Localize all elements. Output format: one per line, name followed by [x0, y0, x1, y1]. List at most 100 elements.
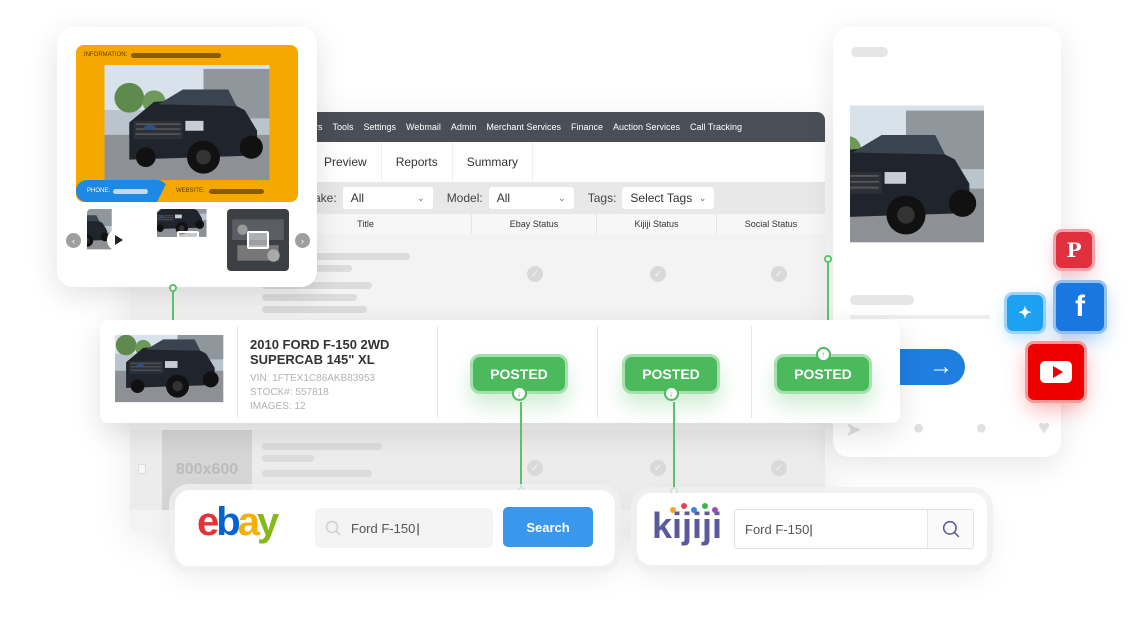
kijiji-search-button[interactable]: [927, 510, 973, 548]
connector-line: [673, 402, 675, 490]
ebay-logo-y: y: [256, 500, 279, 544]
nav-item-tools[interactable]: Tools: [333, 122, 354, 132]
ebay-search-button[interactable]: Search: [503, 507, 593, 547]
tags-label: Tags:: [587, 191, 617, 205]
arrow-down-icon: ↓: [663, 386, 679, 401]
filter-bar: ake: All ⌄ Model: All ⌄ Tags: Select Tag…: [310, 182, 825, 214]
connector-node: [169, 284, 177, 292]
contact-bar: PHONE: WEBSITE:: [76, 180, 298, 202]
ebay-status-badge[interactable]: POSTED ↓: [470, 354, 568, 401]
table-header: Title Ebay Status Kijiji Status Social S…: [260, 214, 825, 234]
connector-node: [824, 255, 832, 263]
information-bar: INFORMATION:: [76, 45, 298, 65]
column-social-status[interactable]: Social Status: [717, 214, 825, 234]
nav-item-webmail[interactable]: Webmail: [406, 122, 441, 132]
thumbnail-image[interactable]: [227, 209, 289, 271]
information-placeholder: [131, 52, 222, 58]
website-segment: WEBSITE:: [176, 180, 264, 202]
image-icon: [247, 231, 269, 249]
tab-preview[interactable]: Preview: [310, 142, 382, 182]
ebay-logo-a: a: [237, 500, 260, 544]
nav-item-finance[interactable]: Finance: [571, 122, 603, 132]
column-kijiji-status[interactable]: Kijiji Status: [597, 214, 717, 234]
check-icon: ✓: [527, 460, 543, 476]
nav-item-call-tracking[interactable]: Call Tracking: [690, 122, 742, 132]
model-label: Model:: [446, 191, 483, 205]
check-icon: ✓: [650, 266, 666, 282]
facebook-icon[interactable]: f: [1056, 283, 1104, 331]
pinterest-icon[interactable]: P: [1056, 232, 1092, 268]
listing-vin: VIN: 1FTEX1C86AKB83953: [250, 373, 376, 384]
chevron-down-icon: ⌄: [698, 192, 707, 203]
kijiji-dot: [681, 503, 687, 509]
row-checkbox[interactable]: [138, 464, 146, 474]
website-placeholder: [208, 188, 264, 194]
make-select-value: All: [350, 191, 365, 205]
tags-select[interactable]: Select Tags ⌄: [622, 187, 715, 209]
vehicle-photo: [850, 69, 1043, 279]
play-icon: [107, 229, 129, 251]
column-divider: [597, 326, 598, 418]
chevron-down-icon: ⌄: [558, 192, 566, 203]
ebay-search-input[interactable]: Ford F-150 |: [315, 508, 493, 548]
make-select[interactable]: All ⌄: [342, 187, 433, 209]
chevron-down-icon: ⌄: [417, 192, 425, 203]
listing-images-count: IMAGES: 12: [250, 401, 306, 412]
kijiji-search-input[interactable]: Ford F-150|: [734, 509, 974, 549]
model-select[interactable]: All ⌄: [488, 187, 574, 209]
vehicle-gallery-card: INFORMATION: PHONE: WEBSITE: ‹ ›: [57, 27, 317, 287]
arrow-down-icon: ↓: [511, 386, 527, 401]
social-status-badge[interactable]: POSTED ↑: [774, 347, 872, 394]
comment-icon[interactable]: ●: [912, 417, 924, 442]
nav-item-settings[interactable]: Settings: [364, 122, 397, 132]
ebay-status-text: POSTED: [490, 366, 548, 382]
youtube-icon[interactable]: [1028, 344, 1084, 400]
make-label: ake:: [314, 191, 337, 205]
website-label: WEBSITE:: [176, 188, 205, 194]
listing-row[interactable]: 2010 FORD F-150 2WD SUPERCAB 145" XL VIN…: [100, 320, 900, 423]
column-divider: [437, 326, 438, 418]
social-status-text: POSTED: [794, 366, 852, 382]
nav-item-admin[interactable]: Admin: [451, 122, 477, 132]
nav-item-merchant-services[interactable]: Merchant Services: [486, 122, 561, 132]
kijiji-logo: kijiji: [652, 503, 722, 547]
ebay-search-value: Ford F-150: [351, 520, 416, 536]
listing-stock: STOCK#: 557818: [250, 387, 329, 398]
arrow-up-icon: ↑: [815, 347, 831, 362]
kijiji-status-badge[interactable]: POSTED ↓: [622, 354, 720, 401]
chevron-left-icon[interactable]: ‹: [66, 233, 81, 248]
heart-icon[interactable]: ♥: [1038, 417, 1050, 442]
vehicle-hero: INFORMATION: PHONE: WEBSITE:: [76, 45, 298, 202]
kijiji-status-text: POSTED: [642, 366, 700, 382]
thumbnail-video[interactable]: [87, 209, 149, 271]
chevron-right-icon[interactable]: ›: [295, 233, 310, 248]
tags-select-value: Select Tags: [630, 191, 693, 205]
ebay-search-card: ebay Ford F-150 | Search: [175, 490, 615, 566]
information-label: INFORMATION:: [84, 52, 128, 58]
kijiji-dot: [691, 507, 697, 513]
kijiji-dot: [702, 503, 708, 509]
ebay-logo: ebay: [197, 500, 279, 545]
check-icon: ✓: [771, 460, 787, 476]
tab-reports[interactable]: Reports: [382, 142, 453, 182]
thumbnail-image[interactable]: [157, 209, 219, 271]
tab-bar: Preview Reports Summary: [310, 142, 825, 182]
kijiji-dot: [670, 507, 676, 513]
search-icon: [942, 520, 959, 538]
placeholder-line: [850, 315, 990, 319]
listing-title[interactable]: 2010 FORD F-150 2WD SUPERCAB 145" XL: [250, 337, 430, 367]
nav-item-auction-services[interactable]: Auction Services: [613, 122, 680, 132]
placeholder-bar: [850, 295, 914, 305]
model-select-value: All: [496, 191, 511, 205]
check-icon: ✓: [527, 266, 543, 282]
twitter-icon[interactable]: ✦: [1007, 295, 1043, 331]
check-icon: ✓: [650, 460, 666, 476]
ebay-logo-b: b: [216, 500, 241, 544]
vehicle-photo: [76, 65, 298, 180]
column-ebay-status[interactable]: Ebay Status: [472, 214, 597, 234]
tab-summary[interactable]: Summary: [453, 142, 534, 182]
row-placeholder-text: [262, 438, 412, 482]
image-icon: [177, 231, 199, 249]
ebay-logo-e: e: [197, 500, 219, 544]
user-icon[interactable]: ●: [975, 417, 987, 442]
